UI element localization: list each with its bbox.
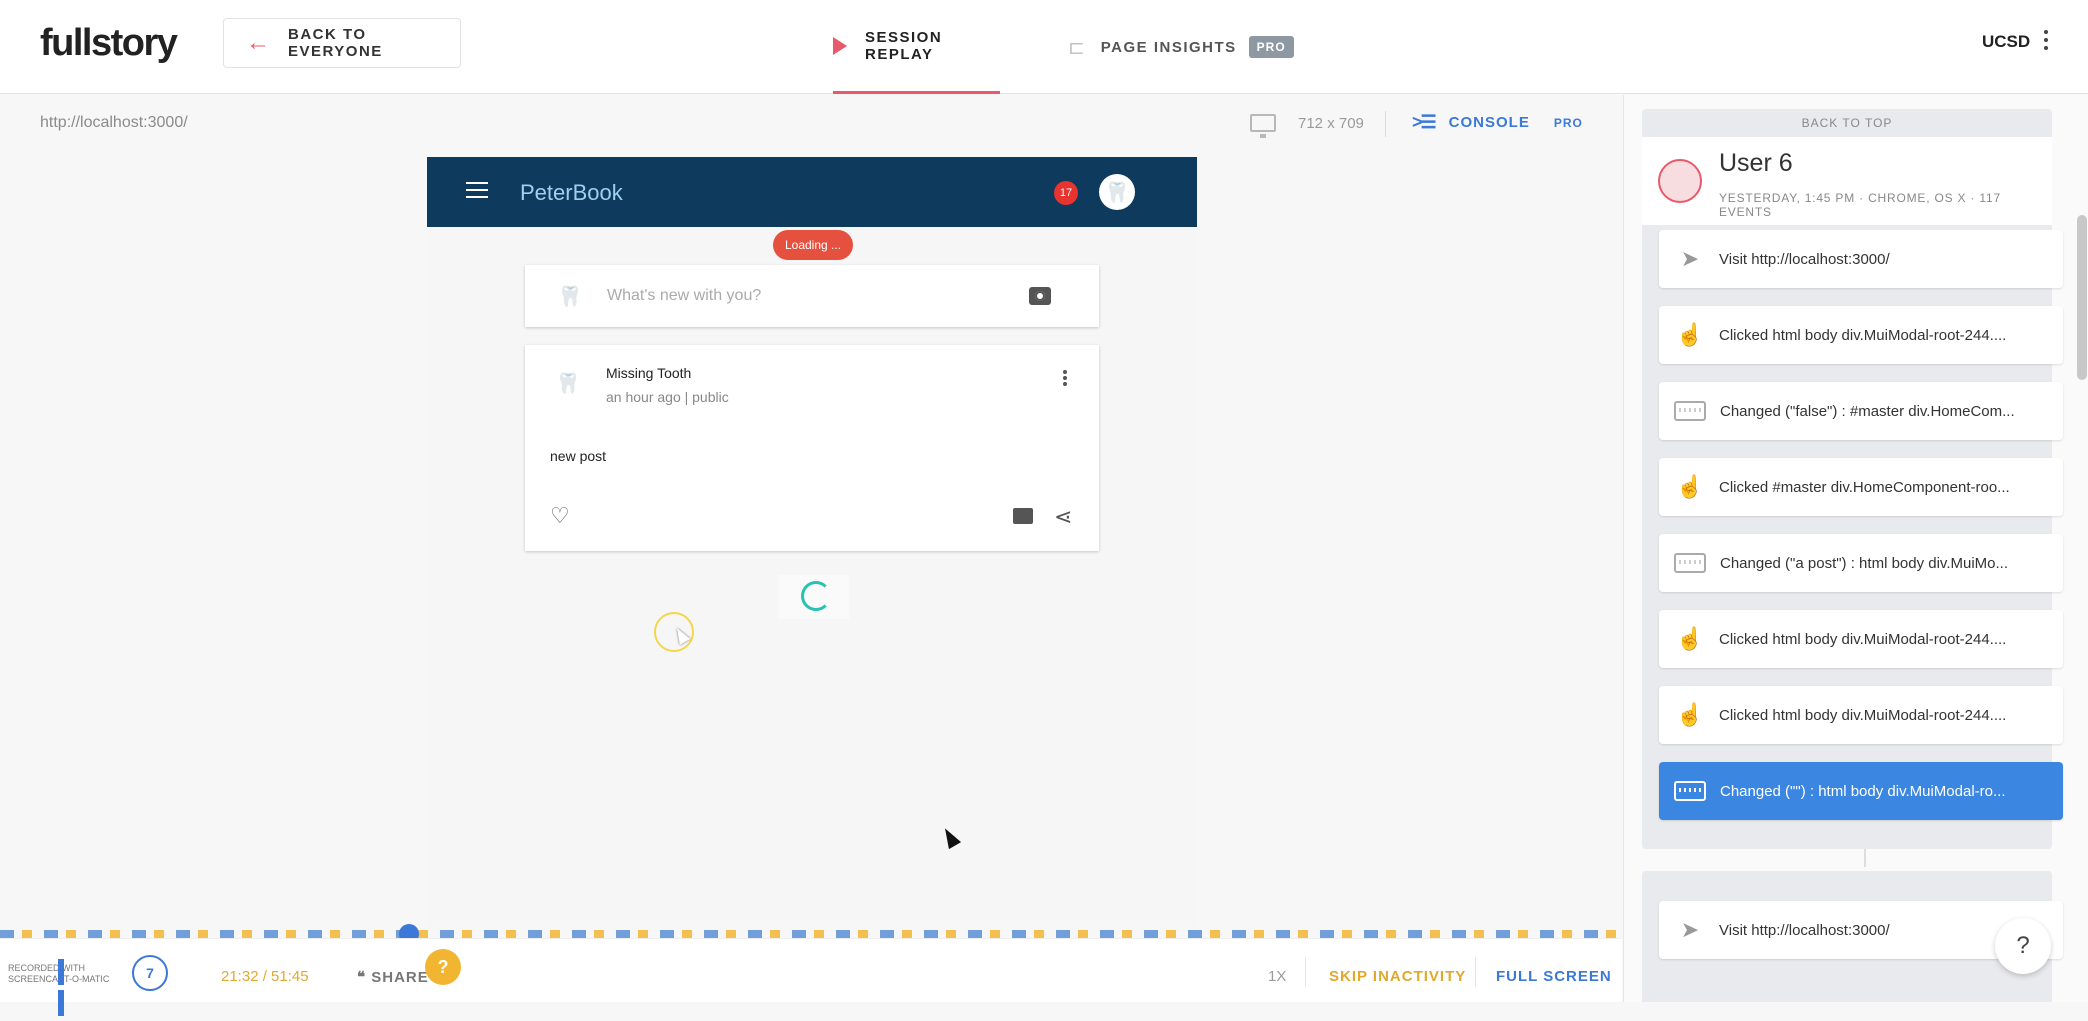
- app-bar: PeterBook 17 🦷: [427, 157, 1197, 227]
- app-name: PeterBook: [520, 180, 623, 205]
- back-to-top-link[interactable]: BACK TO TOP: [1642, 109, 2052, 137]
- composer-placeholder[interactable]: What's new with you?: [607, 287, 761, 305]
- pointer-hand-icon: ☝: [1676, 474, 1704, 499]
- keyboard-icon: [1674, 401, 1706, 421]
- divider: [1475, 957, 1476, 987]
- divider: [1385, 111, 1386, 137]
- replay-stage: http://localhost:3000/ 712 x 709 >☰ CONS…: [0, 95, 1622, 930]
- user-name: User 6: [1719, 149, 1793, 177]
- event-text: Clicked html body div.MuiModal-root-244.…: [1719, 630, 2007, 648]
- user-avatar[interactable]: 🦷: [1099, 174, 1135, 210]
- event-text: Changed ("a post") : html body div.MuiMo…: [1720, 554, 2008, 572]
- heart-icon[interactable]: ♡: [550, 503, 570, 529]
- full-screen-button[interactable]: FULL SCREEN: [1496, 968, 1612, 985]
- post-card: 🦷 Missing Tooth an hour ago | public new…: [525, 345, 1099, 551]
- skip-inactivity-toggle[interactable]: SKIP INACTIVITY: [1329, 968, 1466, 985]
- tooth-avatar: 🦷: [550, 365, 586, 401]
- page-insights-icon: ⊏: [1068, 36, 1085, 59]
- share-button[interactable]: ❝ SHARE: [357, 968, 429, 986]
- user-card[interactable]: User 6 YESTERDAY, 1:45 PM · CHROME, OS X…: [1642, 137, 2052, 225]
- playback-time: 21:32 / 51:45: [221, 968, 309, 985]
- tab-page-insights-label: PAGE INSIGHTS: [1100, 38, 1237, 56]
- arrow-left-icon: ←: [246, 29, 270, 56]
- keyboard-icon: [1674, 781, 1706, 801]
- event-text: Changed ("") : html body div.MuiModal-ro…: [1720, 782, 2006, 800]
- page-url: http://localhost:3000/: [40, 114, 188, 131]
- back-to-everyone-button[interactable]: ← BACK TO EVERYONE: [223, 18, 461, 68]
- tab-page-insights[interactable]: ⊏ PAGE INSIGHTS PRO: [1068, 0, 1294, 94]
- event-panel: BACK TO TOP User 6 YESTERDAY, 1:45 PM · …: [1623, 95, 2088, 1002]
- top-header: fullstory ← BACK TO EVERYONE SESSION REP…: [0, 0, 2088, 94]
- pointer-hand-icon: ☝: [1676, 626, 1704, 651]
- event-text: Clicked #master div.HomeComponent-roo...: [1719, 478, 2010, 496]
- event-item[interactable]: ☝ Clicked #master div.HomeComponent-roo.…: [1659, 458, 2063, 516]
- share-label: SHARE: [371, 969, 429, 986]
- keyboard-icon: [1674, 553, 1706, 573]
- rewind-button[interactable]: 7: [132, 955, 168, 991]
- camera-icon[interactable]: [1029, 287, 1051, 305]
- post-options-icon[interactable]: [1061, 370, 1069, 388]
- event-item[interactable]: ☝ Clicked html body div.MuiModal-root-24…: [1659, 610, 2063, 668]
- pointer-hand-icon: ☝: [1676, 702, 1704, 727]
- event-connector: [1864, 849, 1866, 867]
- event-text: Changed ("false") : #master div.HomeCom.…: [1720, 402, 2015, 420]
- loading-indicator: Loading ...: [773, 230, 853, 260]
- playback-speed[interactable]: 1X: [1268, 968, 1286, 985]
- pause-button[interactable]: [58, 959, 78, 1016]
- viewport-dimensions: 712 x 709: [1250, 114, 1364, 138]
- viewport-size-text: 712 x 709: [1298, 114, 1364, 132]
- back-button-label: BACK TO EVERYONE: [288, 26, 383, 60]
- hamburger-menu-icon[interactable]: [466, 182, 488, 203]
- loading-spinner: [779, 575, 849, 619]
- event-text: Visit http://localhost:3000/: [1719, 250, 1890, 268]
- help-button[interactable]: ?: [1995, 918, 2051, 974]
- tab-session-replay-label: SESSION REPLAY: [865, 28, 943, 63]
- activity-timeline[interactable]: [0, 930, 1622, 938]
- comment-icon[interactable]: [1013, 508, 1033, 524]
- user-avatar-icon: [1658, 159, 1702, 203]
- navigate-icon: ➤: [1680, 246, 1700, 271]
- event-text: Visit http://localhost:3000/: [1719, 921, 1890, 939]
- console-label: CONSOLE: [1448, 114, 1530, 131]
- panel-scrollbar[interactable]: [2077, 215, 2087, 380]
- event-text: Clicked html body div.MuiModal-root-244.…: [1719, 326, 2007, 344]
- console-icon: >☰: [1412, 112, 1437, 132]
- post-meta: an hour ago | public: [606, 389, 729, 405]
- tab-session-replay[interactable]: SESSION REPLAY: [833, 0, 1000, 94]
- post-composer[interactable]: 🦷 What's new with you?: [525, 265, 1099, 327]
- org-name[interactable]: UCSD: [1982, 32, 2030, 52]
- console-pro-badge: PRO: [1553, 115, 1583, 130]
- console-button[interactable]: >☰ CONSOLE PRO: [1412, 112, 1583, 133]
- fullstory-logo[interactable]: fullstory: [40, 22, 178, 65]
- event-item[interactable]: Changed ("a post") : html body div.MuiMo…: [1659, 534, 2063, 592]
- post-body: new post: [550, 448, 607, 464]
- event-item[interactable]: ☝ Clicked html body div.MuiModal-root-24…: [1659, 686, 2063, 744]
- share-icon[interactable]: ⋖: [1054, 504, 1072, 530]
- event-item[interactable]: Changed ("false") : #master div.HomeCom.…: [1659, 382, 2063, 440]
- navigate-icon: ➤: [1680, 917, 1700, 942]
- tooth-avatar: 🦷: [552, 278, 588, 314]
- divider: [1305, 957, 1306, 987]
- more-menu-icon[interactable]: [2041, 30, 2051, 54]
- post-author[interactable]: Missing Tooth: [606, 365, 691, 381]
- event-item-active[interactable]: Changed ("") : html body div.MuiModal-ro…: [1659, 762, 2063, 820]
- event-item[interactable]: ☝ Clicked html body div.MuiModal-root-24…: [1659, 306, 2063, 364]
- spinner-icon: [801, 581, 831, 611]
- play-icon: [833, 36, 847, 55]
- pointer-hand-icon: ☝: [1676, 322, 1704, 347]
- event-text: Clicked html body div.MuiModal-root-244.…: [1719, 706, 2007, 724]
- notification-badge[interactable]: 17: [1054, 181, 1078, 205]
- monitor-icon: [1250, 114, 1276, 138]
- replayed-page: PeterBook 17 🦷 Loading ... 🦷 What's new …: [427, 157, 1197, 927]
- event-item[interactable]: ➤ Visit http://localhost:3000/: [1659, 230, 2063, 288]
- user-session-meta: YESTERDAY, 1:45 PM · CHROME, OS X · 117 …: [1719, 191, 2001, 219]
- player-controls: RECORDED WITH SCREENCAST-O-MATIC 7 21:32…: [0, 938, 1622, 1016]
- help-bubble[interactable]: ?: [425, 949, 461, 985]
- pro-badge: PRO: [1248, 36, 1294, 58]
